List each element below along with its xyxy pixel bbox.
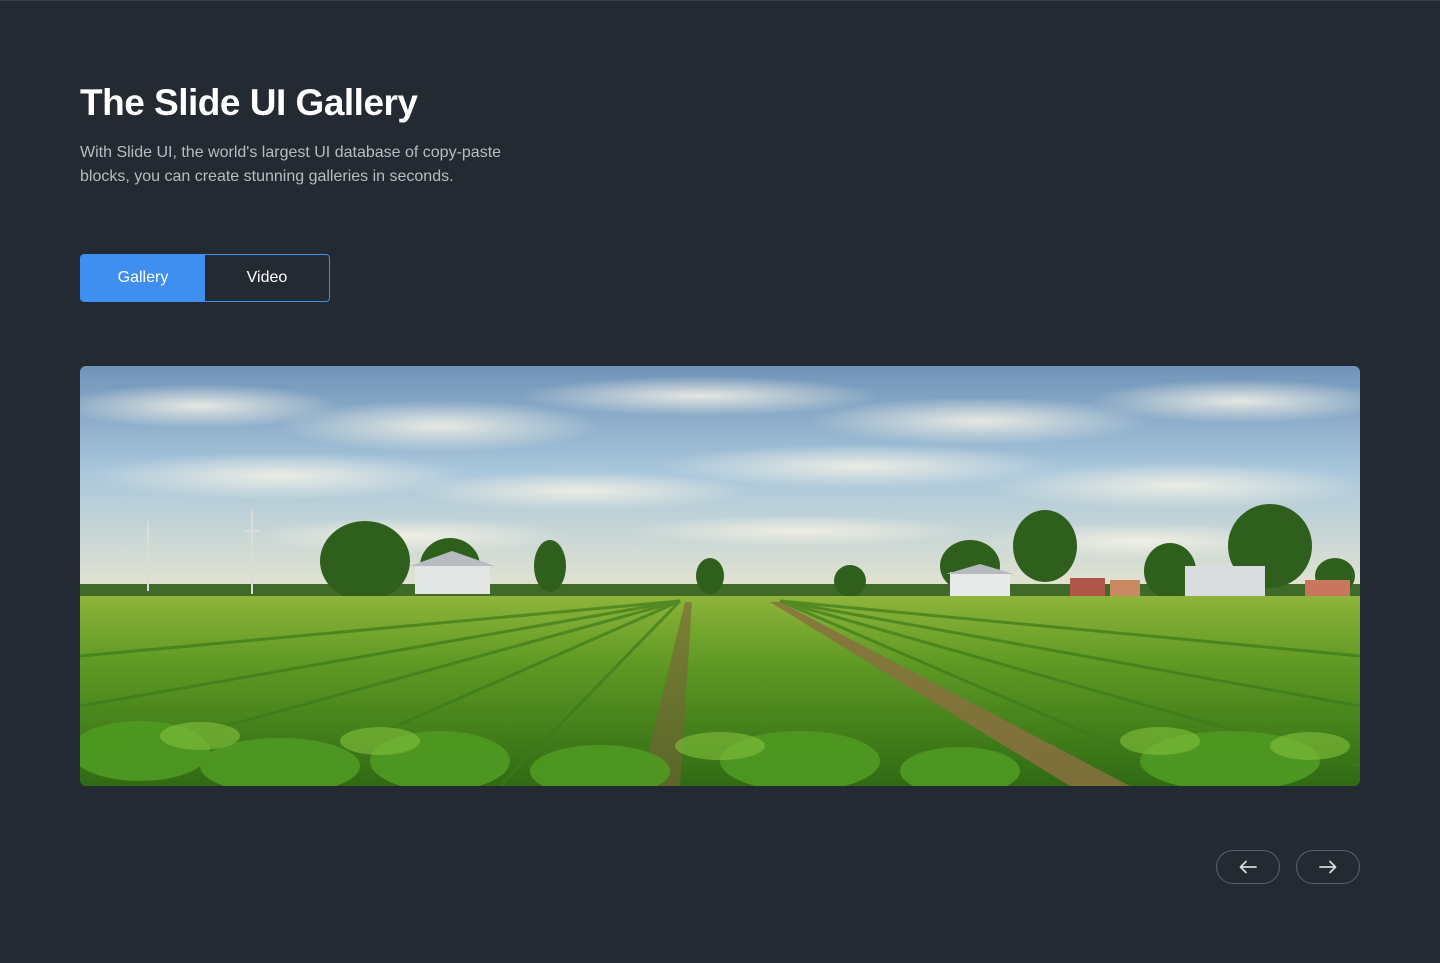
arrow-right-icon [1319, 860, 1337, 874]
media-tabs: Gallery Video [80, 254, 330, 302]
tab-video[interactable]: Video [205, 255, 329, 301]
prev-slide-button[interactable] [1216, 850, 1280, 884]
gallery-page: The Slide UI Gallery With Slide UI, the … [0, 0, 1440, 963]
next-slide-button[interactable] [1296, 850, 1360, 884]
gallery-slide-image [80, 366, 1360, 786]
page-subtitle: With Slide UI, the world's largest UI da… [80, 144, 502, 185]
farm-landscape-image [80, 366, 1360, 786]
page-title: The Slide UI Gallery [80, 82, 418, 123]
tab-gallery[interactable]: Gallery [81, 255, 205, 301]
arrow-left-icon [1239, 860, 1257, 874]
